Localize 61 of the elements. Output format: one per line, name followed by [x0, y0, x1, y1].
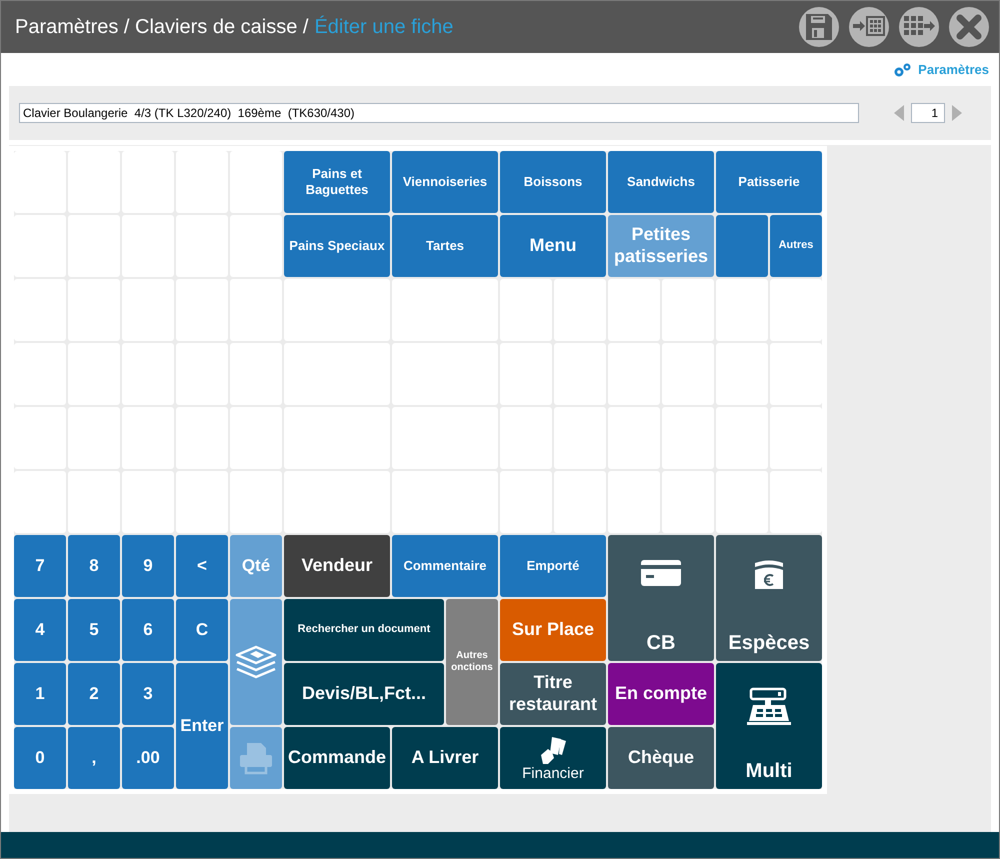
key-button[interactable]: A Livrer — [392, 727, 498, 789]
breadcrumb-current: Éditer une fiche — [314, 16, 454, 38]
key-button[interactable]: Qté — [230, 535, 282, 597]
key-button[interactable]: Viennoiseries — [392, 151, 498, 213]
key-button[interactable]: 9 — [122, 535, 174, 597]
key-button[interactable]: En compte — [608, 663, 714, 725]
key-button[interactable]: 7 — [14, 535, 66, 597]
breadcrumb-path[interactable]: Paramètres / Claviers de caisse / — [15, 16, 308, 38]
hand-holding-card-icon — [538, 735, 568, 765]
key-button[interactable]: Pains et Baguettes — [284, 151, 390, 213]
key-button[interactable]: Commande — [284, 727, 390, 789]
key-button[interactable]: Vendeur — [284, 535, 390, 597]
key-button[interactable]: 8 — [68, 535, 120, 597]
import-button[interactable] — [849, 7, 889, 47]
key-button[interactable] — [230, 599, 282, 725]
next-page-icon[interactable] — [951, 104, 963, 122]
key-button[interactable]: Petites patisseries — [608, 215, 714, 277]
key-button[interactable]: Boissons — [500, 151, 606, 213]
printer-icon — [238, 741, 274, 775]
stacked-layers-icon — [235, 645, 277, 679]
key-button[interactable]: Pains Speciaux — [284, 215, 390, 277]
key-button[interactable]: Commentaire — [392, 535, 498, 597]
key-button[interactable]: Titre restaurant — [500, 663, 606, 725]
key-button[interactable]: Devis/BL,Fct... — [284, 663, 444, 725]
key-button[interactable]: Autres onctions — [446, 599, 498, 725]
close-button[interactable] — [949, 7, 989, 47]
key-button[interactable]: Multi — [716, 663, 822, 789]
key-button[interactable]: Sandwichs — [608, 151, 714, 213]
key-button[interactable]: Patisserie — [716, 151, 822, 213]
key-button[interactable]: 4 — [14, 599, 66, 661]
key-button[interactable]: CB — [608, 535, 714, 661]
banknotes-icon — [752, 559, 786, 591]
previous-page-icon[interactable] — [893, 104, 905, 122]
key-button[interactable]: 2 — [68, 663, 120, 725]
keyboard-name-field[interactable]: Clavier Boulangerie 4/3 (TK L320/240) 169ème (TK630/430) — [19, 103, 859, 123]
credit-card-icon — [640, 559, 682, 587]
settings-link[interactable]: Paramètres — [892, 62, 989, 78]
key-button[interactable]: 6 — [122, 599, 174, 661]
gears-icon — [892, 62, 912, 78]
export-button[interactable] — [899, 7, 939, 47]
key-button[interactable]: 1 — [14, 663, 66, 725]
key-button[interactable]: C — [176, 599, 228, 661]
key-button[interactable]: Enter — [176, 663, 228, 789]
page-number-field[interactable]: 1 — [911, 103, 945, 123]
key-button[interactable]: Financier — [500, 727, 606, 789]
key-button[interactable]: Menu — [500, 215, 606, 277]
key-button[interactable]: Tartes — [392, 215, 498, 277]
key-button[interactable]: 5 — [68, 599, 120, 661]
key-button[interactable]: Chèque — [608, 727, 714, 789]
key-button[interactable]: Emporté — [500, 535, 606, 597]
save-button[interactable] — [799, 7, 839, 47]
cash-register-icon — [745, 687, 793, 727]
key-button[interactable]: , — [68, 727, 120, 789]
key-button[interactable]: Sur Place — [500, 599, 606, 661]
key-button[interactable]: 3 — [122, 663, 174, 725]
key-button[interactable]: .00 — [122, 727, 174, 789]
key-button[interactable]: Autres — [770, 215, 822, 277]
key-button[interactable]: 0 — [14, 727, 66, 789]
key-button[interactable]: Rechercher un document — [284, 599, 444, 661]
key-button[interactable]: Espèces — [716, 535, 822, 661]
key-button[interactable]: < — [176, 535, 228, 597]
